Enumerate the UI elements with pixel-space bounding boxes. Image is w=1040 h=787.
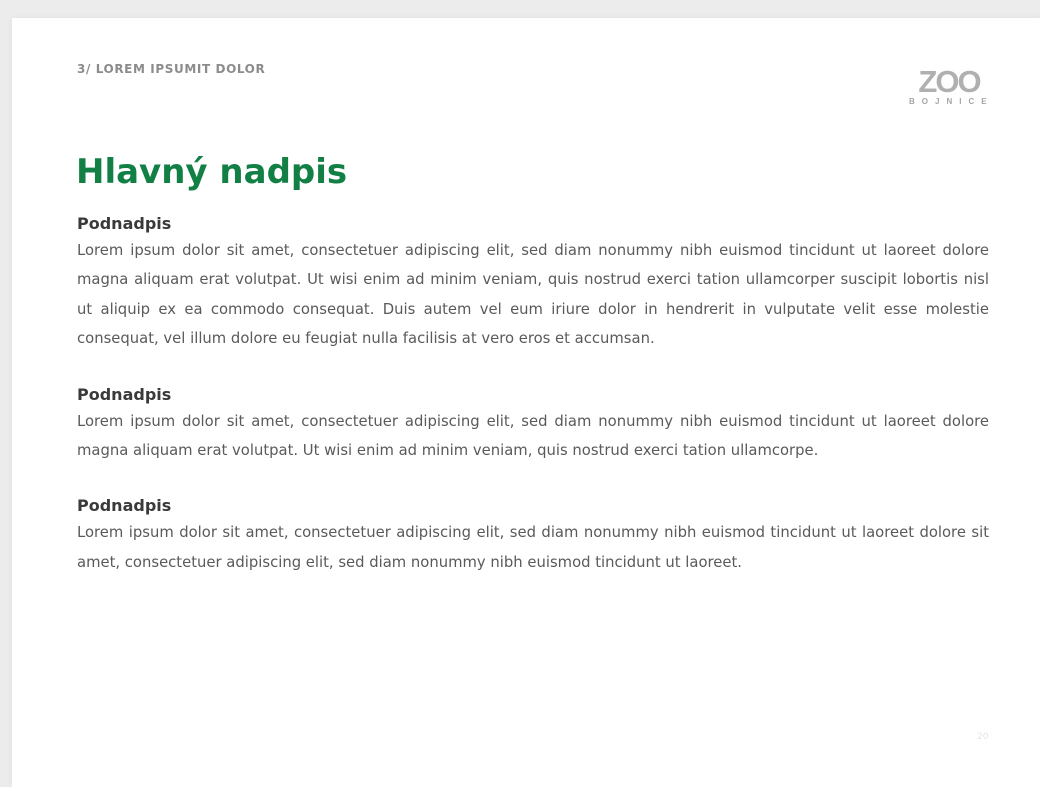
subheading: Podnadpis bbox=[77, 496, 172, 516]
page-number: 20 bbox=[977, 732, 989, 742]
section-label: 3/ LOREM IPSUMIT DOLOR bbox=[77, 62, 266, 76]
content-section: Podnadpis Lorem ipsum dolor sit amet, co… bbox=[77, 212, 989, 354]
paragraph: Lorem ipsum dolor sit amet, consectetuer… bbox=[77, 242, 989, 348]
subheading: Podnadpis bbox=[77, 214, 172, 233]
logo-word: ZOO bbox=[918, 64, 981, 99]
zoo-logo: ZOO BOJNICE bbox=[906, 66, 992, 110]
logo-subtitle: BOJNICE bbox=[909, 97, 994, 106]
content-section: Podnadpis Lorem ipsum dolor sit amet, co… bbox=[77, 494, 989, 577]
paragraph: Lorem ipsum dolor sit amet, consectetuer… bbox=[77, 412, 989, 460]
document-page: 3/ LOREM IPSUMIT DOLOR ZOO BOJNICE Hlavn… bbox=[12, 18, 1040, 787]
content-section: Podnadpis Lorem ipsum dolor sit amet, co… bbox=[77, 383, 989, 466]
content: Podnadpis Lorem ipsum dolor sit amet, co… bbox=[77, 212, 989, 606]
subheading: Podnadpis bbox=[77, 384, 172, 404]
main-title: Hlavný nadpis bbox=[76, 152, 348, 192]
paragraph: Lorem ipsum dolor sit amet, consectetuer… bbox=[77, 524, 989, 571]
